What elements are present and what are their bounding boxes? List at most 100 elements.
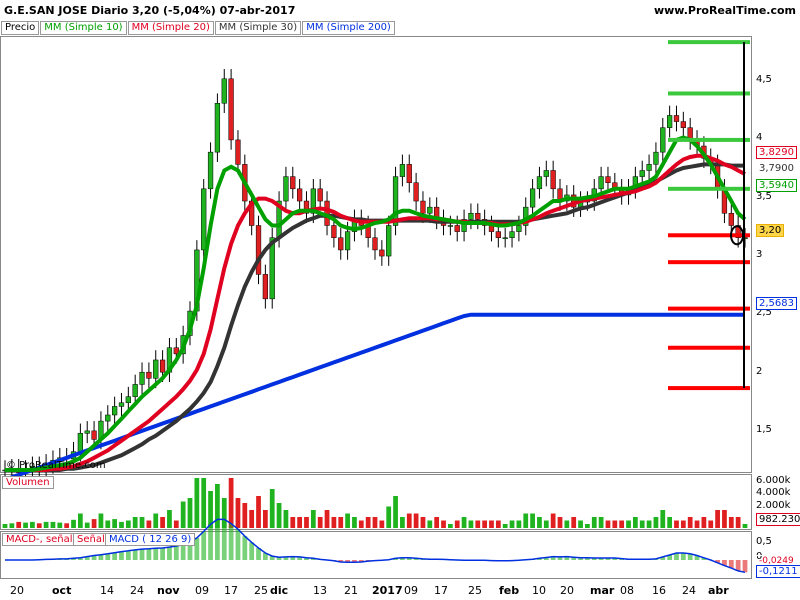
time-label: 13: [313, 584, 327, 597]
volume-bar: [256, 496, 261, 528]
macd-tag-2[interactable]: Señal: [73, 533, 109, 546]
candle-body: [509, 231, 515, 238]
macd-bar: [215, 519, 220, 560]
volume-bar: [365, 517, 371, 528]
price-chart: [2, 40, 750, 574]
volume-bar: [393, 496, 398, 528]
candle-body: [543, 170, 549, 177]
volume-bar: [132, 517, 138, 528]
price-tick: 2: [756, 366, 763, 377]
candle-body: [283, 176, 289, 202]
volume-bar: [283, 510, 289, 528]
volume-bar: [269, 489, 275, 528]
volume-bar: [23, 522, 28, 528]
volume-bar: [550, 513, 556, 528]
volume-bar: [173, 520, 179, 528]
volume-bar: [612, 520, 618, 528]
volume-bar: [735, 517, 741, 528]
candle-body: [139, 371, 145, 385]
candle-body: [516, 225, 522, 232]
time-label: oct: [52, 584, 72, 597]
candle-body: [262, 274, 268, 300]
candle-body: [598, 176, 604, 190]
volume-bar: [105, 520, 111, 528]
volume-bar: [687, 517, 693, 528]
resistance-level: [668, 137, 750, 142]
time-label: abr: [708, 584, 729, 597]
volume-bar: [9, 523, 15, 528]
volume-bar: [153, 513, 159, 528]
volume-bar: [420, 517, 426, 528]
volume-bar: [674, 520, 679, 528]
time-label: 17: [224, 584, 238, 597]
candle-body: [673, 115, 680, 122]
volume-bar: [146, 520, 152, 528]
volume-bar: [119, 521, 124, 528]
volume-bar: [468, 520, 474, 528]
volume-bar: [639, 520, 645, 528]
macd-tag-1[interactable]: MACD-, señal: [2, 533, 77, 546]
volume-bar: [653, 517, 659, 528]
volume-bar: [598, 517, 604, 528]
macd-last-2: -0,1211: [756, 565, 800, 578]
ma10-line: [5, 135, 747, 472]
volume-bar: [591, 517, 597, 528]
candle-body: [379, 249, 385, 257]
volume-bar: [708, 520, 714, 528]
volume-bar: [400, 517, 405, 528]
time-label: 25: [468, 584, 482, 597]
candle-body: [105, 414, 111, 422]
support-level: [668, 233, 750, 238]
volume-bar: [77, 513, 83, 528]
time-label: 10: [532, 584, 546, 597]
price-label-ma200: 2,5683: [756, 297, 797, 310]
macd-tag-3[interactable]: MACD ( 12 26 9): [105, 533, 196, 546]
candle-body: [228, 78, 234, 141]
time-label: 24: [682, 584, 696, 597]
volume-bar: [543, 520, 549, 528]
macd-bar: [132, 549, 138, 560]
time-label: 21: [344, 584, 358, 597]
time-label: nov: [157, 584, 180, 597]
volume-bar: [461, 517, 467, 528]
volume-bar: [317, 517, 323, 528]
candle-body: [605, 176, 611, 183]
volume-bar: [372, 517, 378, 528]
volume-bar: [523, 513, 529, 528]
volume-bar: [2, 524, 8, 528]
volume-bar: [728, 517, 734, 528]
volume-bar: [680, 520, 686, 528]
candle-body: [420, 200, 426, 214]
volume-bar: [338, 517, 344, 528]
volume-bar: [379, 520, 385, 528]
volume-bar: [331, 517, 337, 528]
support-level: [668, 345, 750, 350]
support-level: [668, 386, 750, 391]
volume-bar: [715, 510, 720, 528]
time-label: dic: [270, 584, 289, 597]
macd-bar: [167, 547, 172, 560]
time-label: 25: [254, 584, 268, 597]
price-tick: 4: [756, 132, 763, 143]
candle-body: [255, 225, 262, 275]
time-label: mar: [590, 584, 615, 597]
volume-bar: [427, 520, 433, 528]
candle-body: [680, 121, 686, 128]
time-label: 09: [404, 584, 418, 597]
volume-bar: [84, 522, 90, 528]
volume-bar: [297, 517, 303, 528]
candle-body: [372, 237, 378, 251]
time-label: 20: [10, 584, 24, 597]
candle-body: [495, 231, 501, 238]
candle-body: [317, 188, 323, 202]
volume-bar: [475, 520, 481, 528]
volume-tag[interactable]: Volumen: [2, 476, 54, 489]
candle-body: [153, 359, 159, 379]
volume-bar: [71, 519, 76, 528]
price-label-ma30: 3,7900: [756, 162, 797, 175]
candle-body: [338, 237, 344, 251]
volume-bar: [242, 503, 248, 528]
volume-bar: [345, 513, 350, 528]
time-label: 09: [195, 584, 209, 597]
macd-bar: [249, 542, 255, 560]
